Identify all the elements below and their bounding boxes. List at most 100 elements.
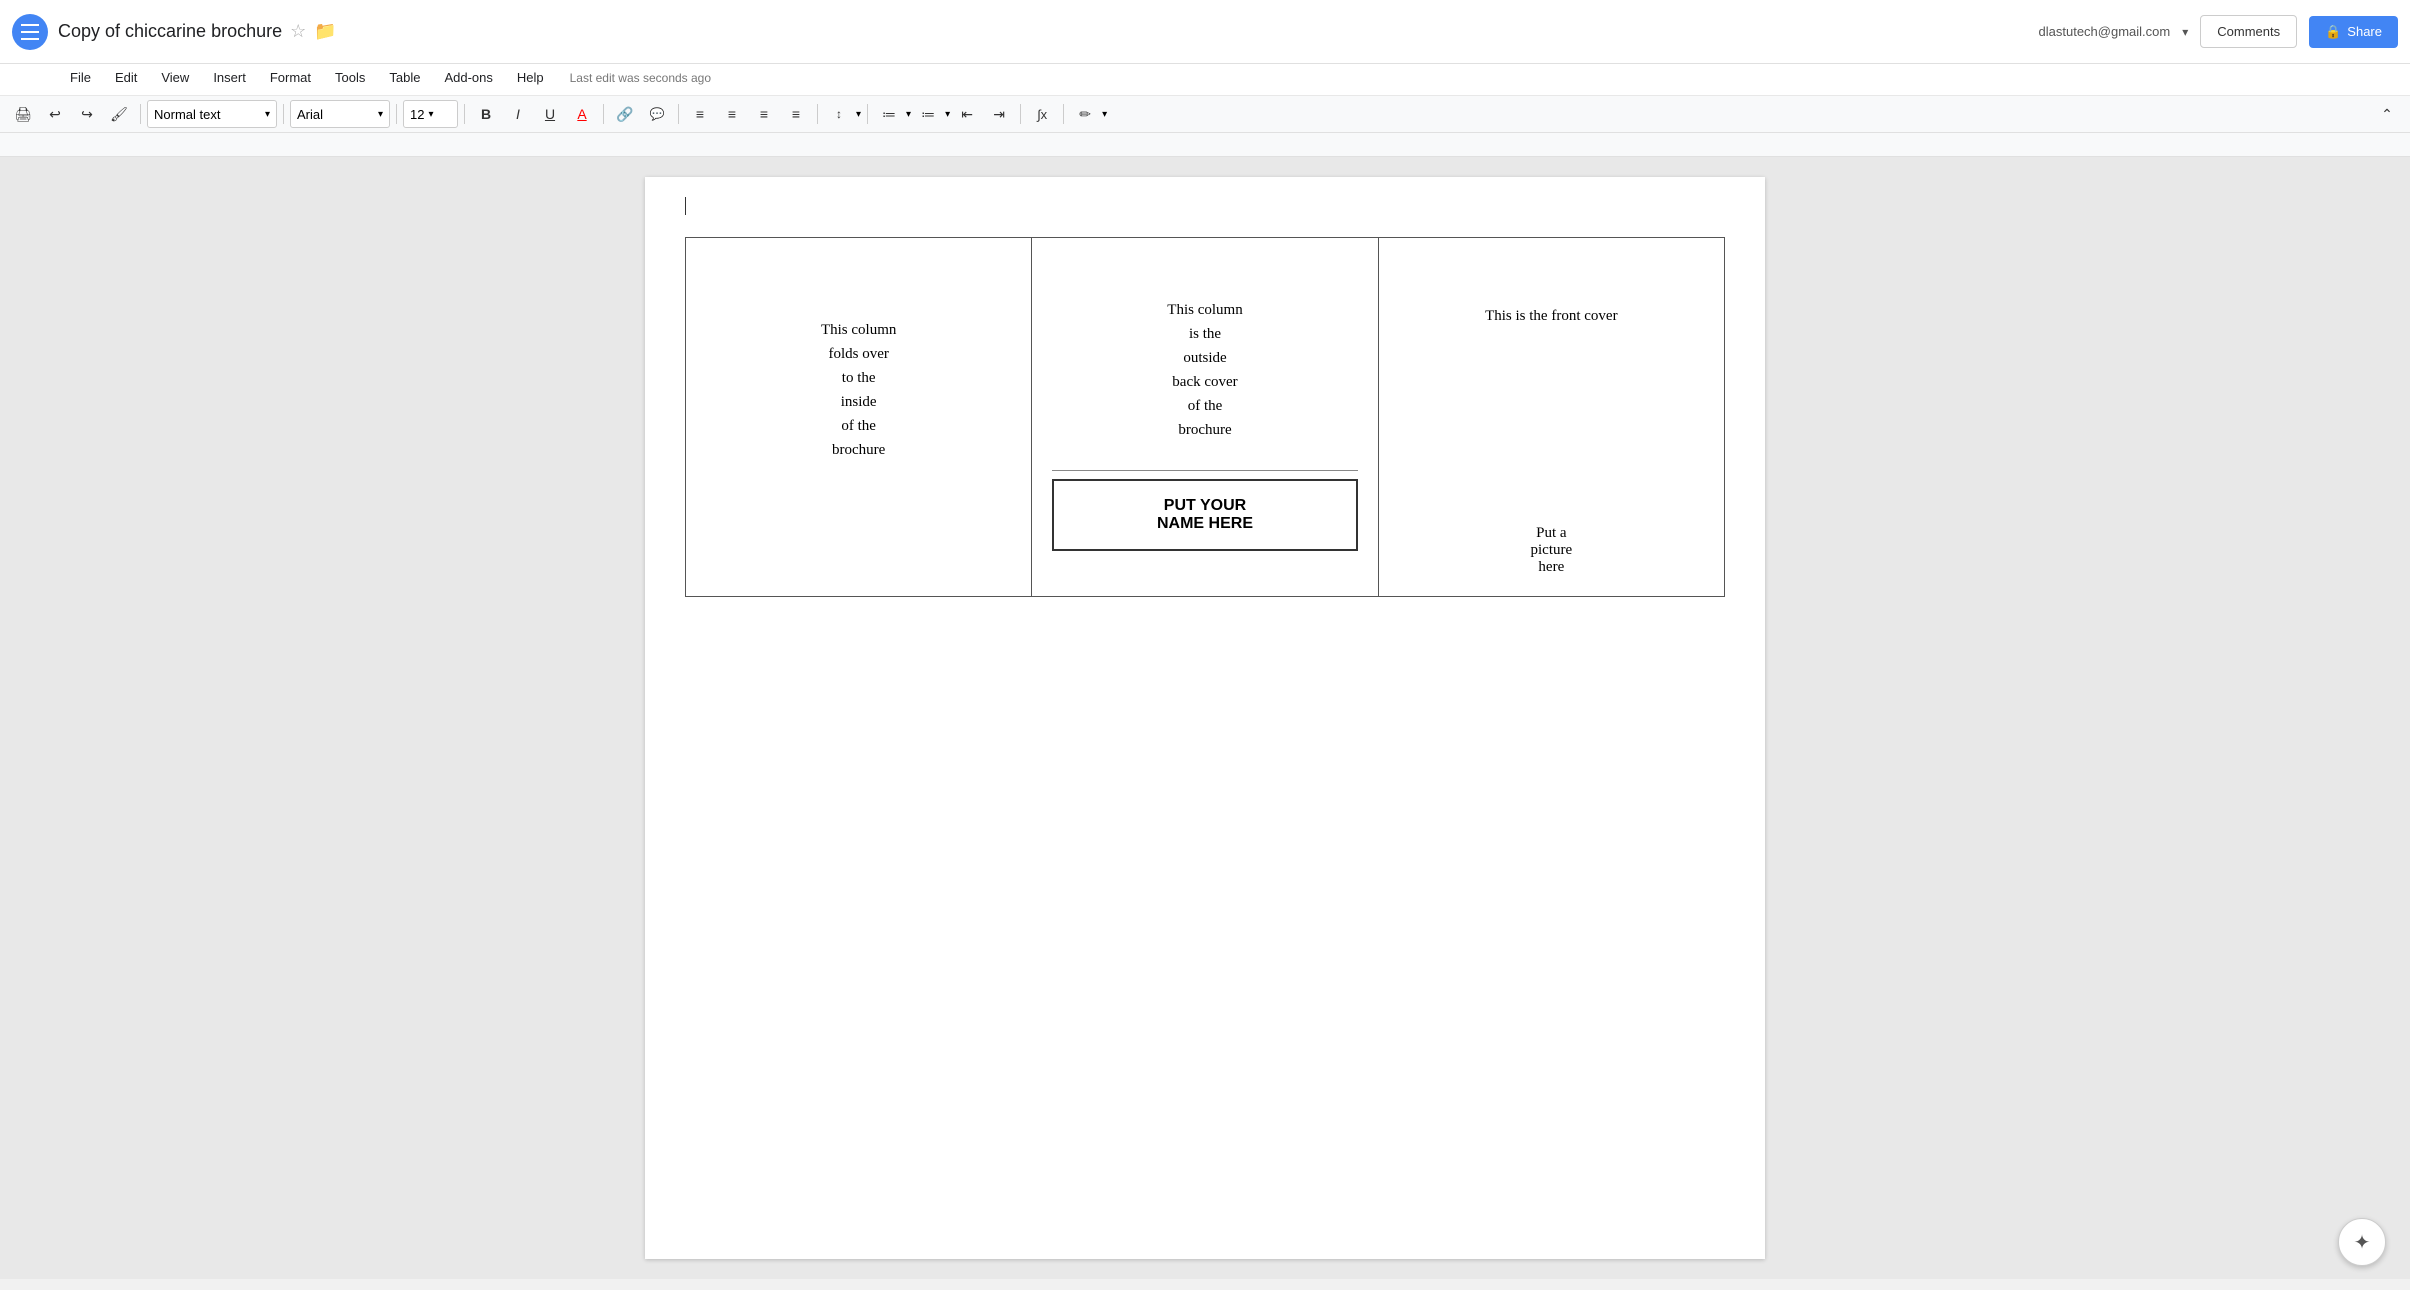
col2-content: This column is the outside back cover of… [1052, 258, 1357, 551]
menu-tools[interactable]: Tools [325, 66, 375, 89]
name-box-line2: NAME HERE [1157, 515, 1253, 532]
col1-line4: inside [841, 394, 877, 410]
print-button[interactable]: 🖨 [8, 100, 38, 128]
underline-button[interactable]: U [535, 100, 565, 128]
menu-view[interactable]: View [151, 66, 199, 89]
top-bar: Copy of chiccarine brochure ☆ 📁 dlastute… [0, 0, 2410, 64]
name-box[interactable]: PUT YOUR NAME HERE [1052, 479, 1357, 551]
divider-8 [867, 104, 868, 124]
pen-button[interactable]: ✏ [1070, 100, 1100, 128]
col3-picture-text: Put a picture here [1399, 325, 1704, 576]
paint-format-button[interactable]: 🖌 [104, 100, 134, 128]
undo-button[interactable]: ↩ [40, 100, 70, 128]
menu-bar: File Edit View Insert Format Tools Table… [0, 64, 2410, 96]
brochure-col3[interactable]: This is the front cover Put a picture he… [1378, 238, 1724, 597]
menu-format[interactable]: Format [260, 66, 321, 89]
doc-title-area: Copy of chiccarine brochure ☆ 📁 [58, 21, 2039, 42]
line-spacing-dropdown[interactable]: ▾ [856, 109, 861, 120]
user-email: dlastutech@gmail.com [2039, 24, 2171, 39]
redo-button[interactable]: ↪ [72, 100, 102, 128]
divider-5 [603, 104, 604, 124]
fab-button[interactable]: ✦ [2338, 1218, 2386, 1266]
menu-table[interactable]: Table [379, 66, 430, 89]
divider-3 [396, 104, 397, 124]
collapse-toolbar-button[interactable]: ⌃ [2372, 100, 2402, 128]
divider-6 [678, 104, 679, 124]
menu-help[interactable]: Help [507, 66, 554, 89]
toolbar: 🖨 ↩ ↪ 🖌 Normal text ▾ Arial ▾ 12 ▾ B I U… [0, 96, 2410, 133]
share-label: Share [2347, 24, 2382, 39]
col1-line5: of the [841, 418, 876, 434]
brochure-col1[interactable]: This column folds over to the inside of … [686, 238, 1032, 597]
divider-4 [464, 104, 465, 124]
menu-addons[interactable]: Add-ons [434, 66, 502, 89]
text-cursor [685, 197, 686, 215]
last-edit-status: Last edit was seconds ago [570, 71, 711, 85]
increase-indent-button[interactable]: ⇥ [984, 100, 1014, 128]
numbered-dropdown[interactable]: ▾ [906, 109, 911, 120]
brochure-col2[interactable]: This column is the outside back cover of… [1032, 238, 1378, 597]
folder-icon[interactable]: 📁 [314, 21, 336, 42]
font-value: Arial [297, 107, 323, 122]
col1-text: This column folds over to the inside of … [706, 258, 1011, 462]
menu-edit[interactable]: Edit [105, 66, 147, 89]
document-page: This column folds over to the inside of … [645, 177, 1765, 1259]
size-dropdown-icon: ▾ [428, 109, 433, 120]
col2-line6: brochure [1178, 422, 1231, 438]
style-selector[interactable]: Normal text ▾ [147, 100, 277, 128]
fab-icon: ✦ [2354, 1230, 2371, 1255]
align-center-button[interactable]: ≡ [717, 100, 747, 128]
menu-file[interactable]: File [60, 66, 101, 89]
font-size-selector[interactable]: 12 ▾ [403, 100, 458, 128]
col1-line2: folds over [828, 346, 888, 362]
col2-divider [1052, 470, 1357, 471]
pen-dropdown[interactable]: ▾ [1102, 109, 1107, 120]
font-selector[interactable]: Arial ▾ [290, 100, 390, 128]
star-icon[interactable]: ☆ [290, 21, 306, 42]
col2-line5: of the [1188, 398, 1223, 414]
bulleted-dropdown[interactable]: ▾ [945, 109, 950, 120]
name-box-line1: PUT YOUR [1164, 497, 1246, 514]
col3-front-cover: This is the front cover [1485, 308, 1617, 324]
bulleted-list-button[interactable]: ≔ [913, 100, 943, 128]
size-value: 12 [410, 107, 424, 122]
document-area[interactable]: This column folds over to the inside of … [0, 157, 2410, 1279]
formula-button[interactable]: ∫x [1027, 100, 1057, 128]
col2-line3: outside [1183, 350, 1226, 366]
divider-1 [140, 104, 141, 124]
line-spacing-button[interactable]: ↕ [824, 100, 854, 128]
lock-icon: 🔒 [2325, 24, 2341, 40]
share-button[interactable]: 🔒 Share [2309, 16, 2398, 48]
col2-main-text: This column is the outside back cover of… [1052, 258, 1357, 462]
col1-line3: to the [842, 370, 876, 386]
italic-button[interactable]: I [503, 100, 533, 128]
comment-button[interactable]: 💬 [642, 100, 672, 128]
align-left-button[interactable]: ≡ [685, 100, 715, 128]
link-button[interactable]: 🔗 [610, 100, 640, 128]
bold-button[interactable]: B [471, 100, 501, 128]
text-color-button[interactable]: A [567, 100, 597, 128]
col3-pic-line1: Put a [1536, 525, 1566, 541]
col2-line4: back cover [1172, 374, 1237, 390]
col3-front-text: This is the front cover [1399, 258, 1704, 325]
align-right-button[interactable]: ≡ [749, 100, 779, 128]
col2-line1: This column [1167, 302, 1242, 318]
font-dropdown-icon: ▾ [378, 109, 383, 120]
hamburger-button[interactable] [12, 14, 48, 50]
col2-line2: is the [1189, 326, 1221, 342]
divider-2 [283, 104, 284, 124]
col1-line1: This column [821, 322, 896, 338]
col3-pic-line2: picture [1531, 542, 1573, 558]
brochure-table: This column folds over to the inside of … [685, 237, 1725, 597]
comments-button[interactable]: Comments [2200, 15, 2297, 48]
dropdown-icon[interactable]: ▾ [2182, 25, 2188, 39]
style-value: Normal text [154, 107, 220, 122]
menu-insert[interactable]: Insert [203, 66, 256, 89]
divider-10 [1063, 104, 1064, 124]
divider-9 [1020, 104, 1021, 124]
doc-title: Copy of chiccarine brochure [58, 21, 282, 42]
ruler [0, 133, 2410, 157]
decrease-indent-button[interactable]: ⇤ [952, 100, 982, 128]
numbered-list-button[interactable]: ≔ [874, 100, 904, 128]
align-justify-button[interactable]: ≡ [781, 100, 811, 128]
